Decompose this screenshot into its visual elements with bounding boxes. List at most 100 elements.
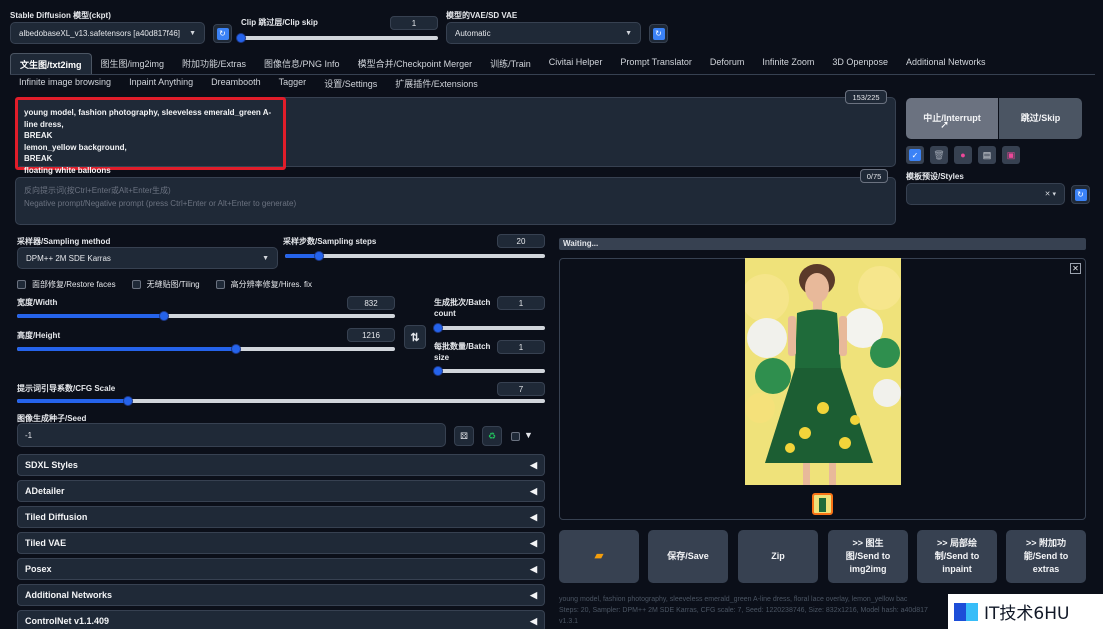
steps-knob[interactable] <box>314 251 324 261</box>
clear-icon[interactable]: ✕ ▾ <box>1045 190 1056 198</box>
tab-11[interactable]: Additional Networks <box>897 53 995 75</box>
batch-size-knob[interactable] <box>433 366 443 376</box>
accordion-2[interactable]: Tiled Diffusion ◀ <box>17 506 545 528</box>
height-fill <box>17 347 236 351</box>
tab-5[interactable]: 训练/Train <box>481 53 540 75</box>
accordion-3[interactable]: Tiled VAE ◀ <box>17 532 545 554</box>
collapse-triangle-icon: ◀ <box>530 537 537 548</box>
cfg-knob[interactable] <box>123 396 133 406</box>
btn-line: >> 附加功 <box>1025 538 1066 548</box>
negative-prompt-textarea[interactable]: 反向提示词(按Ctrl+Enter或Alt+Enter生成) Negative p… <box>15 177 896 225</box>
batch-count-knob[interactable] <box>433 323 443 333</box>
negative-placeholder-line: Negative prompt/Negative prompt (press C… <box>24 199 297 208</box>
extra-seed-checkbox[interactable] <box>511 432 520 441</box>
check-tool-button[interactable]: ✓ <box>906 146 924 164</box>
prompt-line: floating white balloons <box>24 165 111 175</box>
batch-count-slider[interactable] <box>433 323 545 333</box>
steps-input[interactable]: 20 <box>497 234 545 248</box>
vae-select[interactable]: Automatic ▼ <box>446 22 641 44</box>
send-to-inpaint-button[interactable]: >> 局部绘 制/Send to inpaint <box>917 530 997 583</box>
trash-button[interactable]: 🗑 <box>930 146 948 164</box>
accordion-6[interactable]: ControlNet v1.1.409 ◀ <box>17 610 545 629</box>
tab-8[interactable]: Deforum <box>701 53 754 75</box>
tiling-checkbox[interactable]: 无缝贴图/Tiling <box>131 279 200 290</box>
accordion-5[interactable]: Additional Networks ◀ <box>17 584 545 606</box>
extra-networks-button[interactable]: ● <box>954 146 972 164</box>
extension-tab-1[interactable]: Inpaint Anything <box>120 75 202 94</box>
steps-slider[interactable] <box>285 251 545 261</box>
close-icon[interactable]: ✕ <box>1070 263 1081 274</box>
floppy-icon: ▣ <box>1006 149 1016 160</box>
cfg-slider[interactable] <box>17 396 545 406</box>
cfg-input[interactable]: 7 <box>497 382 545 396</box>
checkbox-box[interactable] <box>131 280 141 289</box>
extension-tab-0[interactable]: Infinite image browsing <box>10 75 120 94</box>
zip-button[interactable]: Zip <box>738 530 818 583</box>
random-seed-button[interactable]: ⚄ <box>454 426 474 446</box>
tab-divider <box>10 74 1095 75</box>
accordion-0[interactable]: SDXL Styles ◀ <box>17 454 545 476</box>
btn-line: 制/Send to <box>934 551 980 561</box>
extra-seed-triangle-icon[interactable]: ▼ <box>524 430 533 440</box>
hires-fix-checkbox[interactable]: 高分辨率修复/Hires. fix <box>215 279 312 290</box>
interrupt-button[interactable]: 中止/Interrupt <box>906 98 998 139</box>
hires-fix-label: 高分辨率修复/Hires. fix <box>230 280 312 289</box>
clip-skip-knob[interactable] <box>236 33 246 43</box>
accordion-1[interactable]: ADetailer ◀ <box>17 480 545 502</box>
swap-dimensions-button[interactable]: ⇅ <box>404 325 426 349</box>
refresh-styles-button[interactable]: ↻ <box>1071 185 1090 204</box>
refresh-vae-button[interactable]: ↻ <box>649 24 668 43</box>
tab-2[interactable]: 附加功能/Extras <box>173 53 255 75</box>
restore-faces-checkbox[interactable]: 面部修复/Restore faces <box>17 279 116 290</box>
tab-7[interactable]: Prompt Translator <box>611 53 701 75</box>
width-knob[interactable] <box>159 311 169 321</box>
checkbox-box[interactable] <box>215 280 225 289</box>
accordion-label: Posex <box>25 564 52 574</box>
send-to-extras-button[interactable]: >> 附加功 能/Send to extras <box>1006 530 1086 583</box>
steps-label: 采样步数/Sampling steps <box>283 237 377 246</box>
extension-tab-4[interactable]: 设置/Settings <box>315 75 386 94</box>
clip-skip-input[interactable]: 1 <box>390 16 438 30</box>
tab-4[interactable]: 模型合并/Checkpoint Merger <box>349 53 482 75</box>
clip-skip-slider[interactable] <box>236 33 438 43</box>
accordion-4[interactable]: Posex ◀ <box>17 558 545 580</box>
tab-0[interactable]: 文生图/txt2img <box>10 53 92 75</box>
refresh-model-button[interactable]: ↻ <box>213 24 232 43</box>
checkbox-box[interactable] <box>17 280 26 289</box>
clipboard-button[interactable]: ▤ <box>978 146 996 164</box>
tab-10[interactable]: 3D Openpose <box>823 53 897 75</box>
reuse-seed-button[interactable]: ♻ <box>482 426 502 446</box>
vae-label: 模型的VAE/SD VAE <box>446 11 518 20</box>
negative-prompt-placeholder: 反向提示词(按Ctrl+Enter或Alt+Enter生成) Negative p… <box>24 184 887 210</box>
model-select[interactable]: albedobaseXL_v13.safetensors [a40d817f46… <box>10 22 205 44</box>
seed-input[interactable]: -1 <box>17 423 446 447</box>
extension-tab-5[interactable]: 扩展插件/Extensions <box>386 75 487 94</box>
info-line: young model, fashion photography, sleeve… <box>559 596 908 603</box>
refresh-icon: ↻ <box>652 27 665 40</box>
height-input[interactable]: 1216 <box>347 328 395 342</box>
tab-1[interactable]: 图生图/img2img <box>92 53 174 75</box>
styles-select[interactable]: ✕ ▾ <box>906 183 1065 205</box>
tab-6[interactable]: Civitai Helper <box>540 53 612 75</box>
collapse-triangle-icon: ◀ <box>530 615 537 626</box>
image-thumbnail[interactable] <box>812 493 833 515</box>
open-folder-button[interactable]: ▰ <box>559 530 639 583</box>
batch-size-slider[interactable] <box>433 366 545 376</box>
info-line: Steps: 20, Sampler: DPM++ 2M SDE Karras,… <box>559 607 928 614</box>
generated-image[interactable] <box>745 258 901 485</box>
height-slider[interactable] <box>17 344 395 354</box>
tab-9[interactable]: Infinite Zoom <box>753 53 823 75</box>
tab-3[interactable]: 图像信息/PNG Info <box>255 53 349 75</box>
skip-button[interactable]: 跳过/Skip <box>999 98 1082 139</box>
sampler-select[interactable]: DPM++ 2M SDE Karras ▼ <box>17 247 278 269</box>
send-to-img2img-button[interactable]: >> 图生 图/Send to img2img <box>828 530 908 583</box>
save-style-button[interactable]: ▣ <box>1002 146 1020 164</box>
height-knob[interactable] <box>231 344 241 354</box>
save-button[interactable]: 保存/Save <box>648 530 728 583</box>
extension-tab-3[interactable]: Tagger <box>270 75 316 94</box>
extension-tab-2[interactable]: Dreambooth <box>202 75 270 94</box>
batch-size-input[interactable]: 1 <box>497 340 545 354</box>
batch-count-input[interactable]: 1 <box>497 296 545 310</box>
width-slider[interactable] <box>17 311 395 321</box>
width-input[interactable]: 832 <box>347 296 395 310</box>
